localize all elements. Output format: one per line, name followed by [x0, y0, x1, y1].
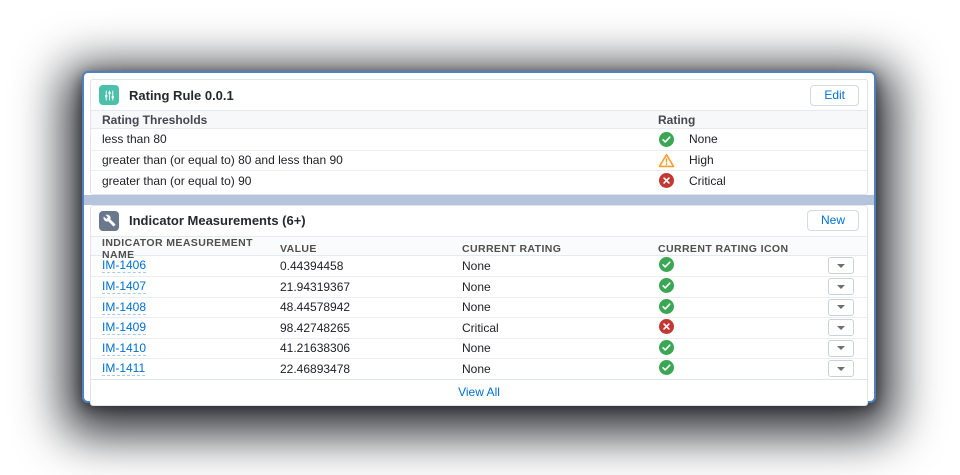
chevron-down-icon	[837, 305, 845, 310]
rating-status-icon	[658, 152, 675, 168]
view-all-footer: View All	[91, 378, 867, 405]
rating-status-icon	[658, 278, 675, 294]
rating-status-icon	[658, 257, 675, 273]
current-rating: None	[462, 300, 491, 315]
rating-status-icon	[658, 298, 675, 314]
chevron-down-icon	[837, 366, 845, 371]
measurement-name-link[interactable]: IM-1408	[102, 300, 147, 315]
measurement-name-link[interactable]: IM-1407	[102, 279, 147, 295]
rating-rule-title: Rating Rule 0.0.1	[129, 87, 234, 103]
page-body: Rating Rule 0.0.1 Edit Rating Thresholds…	[84, 73, 874, 406]
rating-cell: Critical	[658, 173, 867, 189]
wrench-icon	[99, 210, 119, 231]
measurement-value: 21.94319367	[280, 279, 351, 294]
column-value: VALUE	[280, 242, 317, 255]
rating-cell: None	[658, 131, 867, 147]
chevron-down-icon	[837, 346, 845, 351]
row-actions-dropdown-button[interactable]	[828, 298, 854, 316]
rating-status-icon	[658, 360, 675, 376]
rating-status-icon	[658, 339, 675, 355]
measurement-name-link[interactable]: IM-1410	[102, 341, 147, 356]
measurement-row: IM-1410 41.21638306 None	[91, 337, 867, 359]
threshold-row: greater than (or equal to) 80 and less t…	[91, 149, 867, 171]
card-gap-band	[84, 194, 874, 205]
check-circle-icon	[659, 257, 674, 272]
threshold-row: greater than (or equal to) 90 Critical	[91, 170, 867, 191]
row-actions-dropdown-button[interactable]	[828, 257, 854, 275]
measurement-row: IM-1407 21.94319367 None	[91, 276, 867, 297]
row-actions-dropdown-button[interactable]	[828, 339, 854, 357]
error-x-circle-icon	[659, 173, 674, 189]
measurement-value: 98.42748265	[280, 320, 351, 335]
measurement-row: IM-1408 48.44578942 None	[91, 296, 867, 318]
new-button[interactable]: New	[806, 210, 859, 231]
check-circle-icon	[659, 298, 674, 314]
column-current-rating-icon: CURRENT RATING ICON	[658, 242, 789, 255]
measurement-name-link[interactable]: IM-1406	[102, 258, 147, 274]
column-current-rating: CURRENT RATING	[462, 242, 562, 255]
measurement-name-link[interactable]: IM-1409	[102, 320, 147, 336]
rating-label: Critical	[689, 173, 726, 188]
measurement-value: 22.46893478	[280, 361, 351, 376]
check-circle-icon	[659, 131, 674, 147]
rating-rule-card-header: Rating Rule 0.0.1 Edit	[91, 80, 867, 110]
threshold-row: less than 80 None	[91, 129, 867, 150]
threshold-text: greater than (or equal to) 90	[102, 173, 252, 188]
warning-triangle-icon	[658, 153, 675, 167]
sliders-icon	[99, 85, 119, 105]
current-rating: None	[462, 341, 491, 356]
chevron-down-icon	[837, 325, 845, 330]
measurement-value: 41.21638306	[280, 341, 351, 356]
measurement-value: 48.44578942	[280, 300, 351, 315]
measurements-table-header: INDICATOR MEASUREMENT NAME VALUE CURRENT…	[91, 235, 867, 261]
measurement-value: 0.44394458	[280, 258, 344, 273]
current-rating: None	[462, 258, 491, 273]
rating-cell: High	[658, 152, 867, 168]
chevron-down-icon	[837, 284, 845, 289]
edit-button[interactable]: Edit	[810, 84, 859, 106]
row-actions-dropdown-button[interactable]	[828, 360, 854, 378]
measurement-row: IM-1411 22.46893478 None	[91, 358, 867, 379]
rating-status-icon	[658, 131, 675, 147]
rating-rule-card: Rating Rule 0.0.1 Edit Rating Thresholds…	[90, 79, 868, 195]
rating-label: None	[689, 132, 718, 147]
chevron-down-icon	[837, 263, 845, 268]
check-circle-icon	[659, 278, 674, 293]
measurements-card-header: Indicator Measurements (6+) New	[91, 206, 867, 236]
row-actions-dropdown-button[interactable]	[828, 278, 854, 296]
rating-label: High	[689, 153, 714, 168]
check-circle-icon	[659, 360, 674, 375]
threshold-text: greater than (or equal to) 80 and less t…	[102, 153, 343, 168]
indicator-measurements-card: Indicator Measurements (6+) New INDICATO…	[90, 204, 868, 406]
measurement-name-link[interactable]: IM-1411	[102, 361, 146, 377]
check-circle-icon	[659, 339, 674, 355]
row-actions-dropdown-button[interactable]	[828, 319, 854, 337]
current-rating: None	[462, 361, 491, 376]
error-x-circle-icon	[659, 319, 674, 334]
current-rating: Critical	[462, 320, 499, 335]
column-rating-thresholds: Rating Thresholds	[102, 112, 208, 127]
current-rating: None	[462, 279, 491, 294]
thresholds-table-header: Rating Thresholds Rating	[91, 110, 867, 129]
rating-status-icon	[658, 173, 675, 189]
measurements-title: Indicator Measurements (6+)	[129, 213, 306, 228]
view-all-link[interactable]: View All	[458, 385, 500, 399]
record-page-window: Rating Rule 0.0.1 Edit Rating Thresholds…	[82, 71, 876, 406]
column-name: INDICATOR MEASUREMENT NAME	[102, 236, 253, 261]
column-rating: Rating	[658, 112, 696, 127]
measurement-row: IM-1409 98.42748265 Critical	[91, 317, 867, 338]
rating-status-icon	[658, 319, 675, 335]
threshold-text: less than 80	[102, 132, 167, 147]
